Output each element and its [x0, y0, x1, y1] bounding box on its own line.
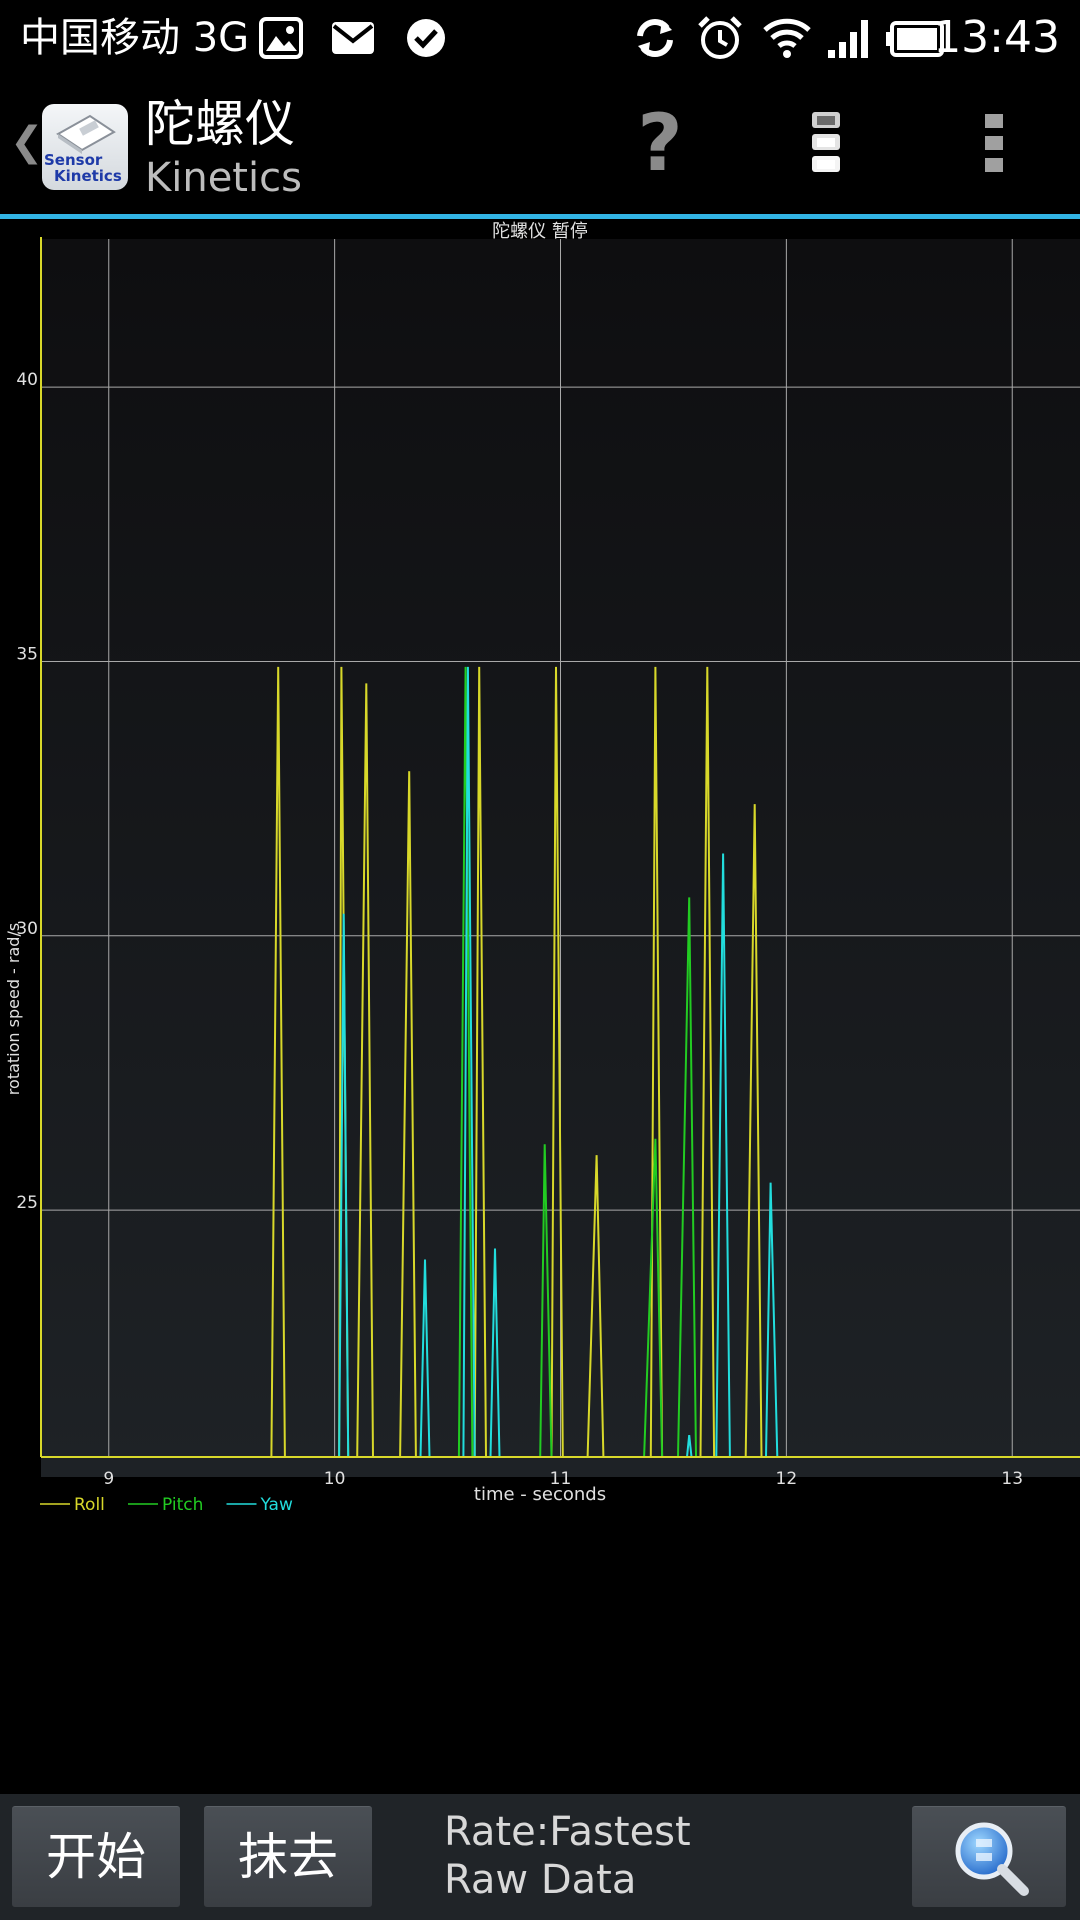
sync-icon — [632, 16, 678, 64]
bottom-bar: 开始 抹去 Rate:Fastest Raw Data — [0, 1794, 1080, 1920]
mail-icon — [330, 18, 376, 62]
rate-info[interactable]: Rate:Fastest Raw Data — [444, 1808, 691, 1904]
y-tick-label: 40 — [16, 370, 38, 390]
image-notification-icon — [258, 16, 304, 64]
data-mode-label: Raw Data — [444, 1857, 637, 1903]
legend-label-roll: Roll — [74, 1495, 105, 1515]
chart-legend: Roll Pitch Yaw — [40, 1495, 293, 1515]
app-logo[interactable]: Sensor Kinetics — [42, 104, 128, 190]
up-navigation-caret-icon[interactable]: ❮ — [10, 122, 44, 162]
app-logo-text: Sensor Kinetics — [44, 152, 126, 184]
legend-label-pitch: Pitch — [162, 1495, 203, 1515]
rate-label: Rate:Fastest — [444, 1809, 691, 1855]
x-axis-label: time - seconds — [474, 1484, 606, 1505]
help-button[interactable]: ? — [628, 104, 692, 184]
x-tick-label: 9 — [103, 1469, 114, 1489]
status-bar: 中国移动 3G 13:43 — [0, 0, 1080, 76]
overflow-menu-button[interactable] — [980, 112, 1010, 176]
alarm-clock-icon — [696, 14, 744, 66]
app-title: 陀螺仪 — [145, 95, 295, 153]
clock: 13:43 — [933, 12, 1060, 63]
stack-icon — [812, 112, 840, 172]
cell-signal-icon — [826, 18, 872, 64]
y-tick-label: 25 — [16, 1193, 38, 1213]
app-logo-line1: Sensor — [44, 151, 103, 169]
app-logo-line2: Kinetics — [54, 167, 122, 185]
gyroscope-chart: 陀螺仪 暂停 9 10 11 12 1325303540 time - seconds … — [4, 221, 1080, 1515]
action-bar: ❮ Sensor Kinetics 陀螺仪 Kinetics ? — [0, 76, 1080, 214]
zoom-button[interactable] — [912, 1806, 1066, 1907]
stack-toggle-button[interactable] — [808, 112, 844, 176]
wifi-icon — [762, 16, 812, 64]
x-tick-label: 10 — [324, 1469, 346, 1489]
y-axis-label: rotation speed - rad/s — [4, 923, 23, 1095]
y-tick-label: 35 — [16, 644, 38, 664]
chart-title: 陀螺仪 暂停 — [492, 221, 588, 242]
start-button[interactable]: 开始 — [12, 1806, 180, 1907]
magnifier-icon — [955, 1822, 1029, 1896]
app-subtitle: Kinetics — [145, 155, 302, 201]
gyroscope-graph[interactable]: 陀螺仪 暂停 9 10 11 12 13 25 30 35 40 time - seconds … — [0, 219, 1080, 1549]
overflow-menu-icon — [985, 114, 1003, 172]
sensor-kinetics-screen: 中国移动 3G 13:43 ❮ Sensor Kinetics 陀螺仪 Kine… — [0, 0, 1080, 1920]
carrier-label: 中国移动 3G — [20, 15, 250, 61]
clear-button[interactable]: 抹去 — [204, 1806, 372, 1907]
legend-label-yaw: Yaw — [260, 1495, 293, 1515]
x-tick-label: 13 — [1001, 1469, 1023, 1489]
x-tick-label: 12 — [776, 1469, 798, 1489]
check-circle-icon — [404, 16, 448, 64]
